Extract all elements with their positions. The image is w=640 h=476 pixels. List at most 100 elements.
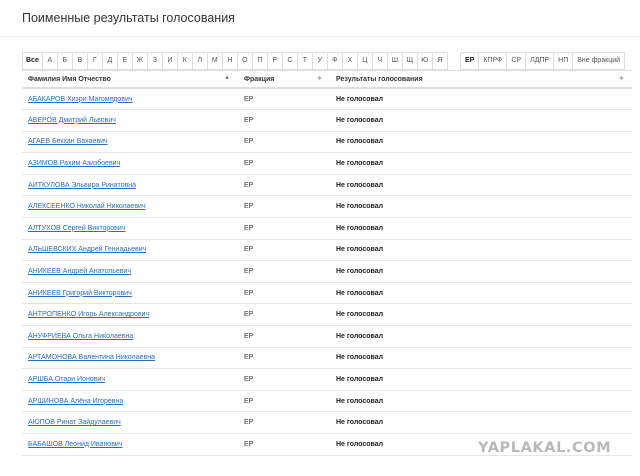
deputy-name-link[interactable]: АНИКЕЕВ Андрей Анатольевич	[28, 268, 131, 275]
vote-result-cell: Не голосовал	[330, 195, 632, 219]
faction-tab[interactable]: ЕР	[460, 52, 480, 70]
letter-tab[interactable]: Е	[117, 52, 133, 70]
letter-tab[interactable]: К	[177, 52, 193, 70]
letter-tab[interactable]: Ю	[417, 52, 433, 70]
table-row: АНУФРИЕВА Ольга Николаевна ЕР Не голосовал	[22, 325, 632, 348]
letter-tab[interactable]: Щ	[402, 52, 418, 70]
column-header-name[interactable]: Фамилия Имя Отчество ▲	[22, 70, 238, 89]
letter-tab[interactable]: Ч	[372, 52, 388, 70]
column-header-label: Фракция	[244, 75, 275, 83]
deputy-name-cell: АЛЬШЕВСКИХ Андрей Геннадьевич	[22, 239, 238, 262]
deputy-name-cell: АЮПОВ Ринат Зайдулаевич	[22, 411, 238, 434]
deputy-name-link[interactable]: АЛТУХОВ Сергей Викторович	[28, 225, 125, 232]
table-row: АНТРОПЕНКО Игорь Александрович ЕР Не голос…	[22, 303, 632, 327]
vote-result-cell: Не голосовал	[330, 131, 632, 154]
letter-tab[interactable]: С	[282, 52, 298, 70]
faction-tab[interactable]: КПРФ	[479, 52, 508, 70]
deputy-name-link[interactable]: АЛЬШЕВСКИХ Андрей Геннадьевич	[28, 246, 146, 253]
faction-tab[interactable]: НП	[554, 52, 574, 70]
faction-cell: ЕР	[238, 282, 330, 305]
table-row: АГАЕВ Бекхан Вахаевич ЕР Не голосовал	[22, 131, 632, 154]
letter-tab[interactable]: И	[162, 52, 178, 70]
faction-cell: ЕР	[238, 131, 330, 154]
letter-tab[interactable]: Ж	[132, 52, 148, 70]
letter-filter-tabs: Все А Б В Г Д Е Ж З И К Л М Н О П Р С Т У Ф Х Ц Ч Ш Щ Ю Я	[22, 52, 448, 70]
faction-cell: ЕР	[238, 239, 330, 262]
sort-icon[interactable]: ≑	[317, 75, 322, 82]
letter-tab[interactable]: Ф	[327, 52, 343, 70]
faction-tab[interactable]: Вне фракций	[573, 52, 626, 70]
column-header-result[interactable]: Результаты голосования ≑	[330, 70, 632, 89]
sort-icon[interactable]: ≑	[619, 75, 624, 82]
faction-cell: ЕР	[238, 88, 330, 111]
table-row: АЛТУХОВ Сергей Викторович ЕР Не голосовал	[22, 217, 632, 240]
deputy-name-link[interactable]: АВЕРОВ Дмитрий Львович	[28, 117, 116, 124]
table-row: АНИКЕЕВ Григорий Викторович ЕР Не голосова…	[22, 282, 632, 305]
letter-tab[interactable]: Д	[102, 52, 118, 70]
letter-tab[interactable]: Х	[342, 52, 358, 70]
deputy-name-link[interactable]: АЗИМОВ Рахим Азизбоевич	[28, 160, 120, 167]
letter-tab[interactable]: Б	[57, 52, 73, 70]
sort-asc-icon[interactable]: ▲	[224, 75, 230, 81]
faction-cell: ЕР	[238, 217, 330, 240]
deputy-name-link[interactable]: АНИКЕЕВ Григорий Викторович	[28, 290, 132, 297]
letter-tab[interactable]: П	[252, 52, 268, 70]
table-row: АНИКЕЕВ Андрей Анатольевич ЕР Не голосовал	[22, 260, 632, 283]
faction-cell: ЕР	[238, 260, 330, 283]
deputy-name-link[interactable]: АНУФРИЕВА Ольга Николаевна	[28, 333, 133, 340]
faction-cell: ЕР	[238, 303, 330, 327]
letter-tab[interactable]: В	[72, 52, 88, 70]
table-row: АРШИНОВА Алёна Игоревна ЕР Не голосовал	[22, 390, 632, 413]
deputy-name-link[interactable]: АРШБА Отари Ионович	[28, 376, 105, 383]
deputy-name-link[interactable]: АРШИНОВА Алёна Игоревна	[28, 398, 123, 405]
letter-tab[interactable]: А	[42, 52, 58, 70]
letter-tab[interactable]: Р	[267, 52, 283, 70]
column-header-label: Результаты голосования	[336, 75, 423, 83]
letter-tab[interactable]: Т	[297, 52, 313, 70]
letter-tab[interactable]: Я	[432, 52, 448, 70]
faction-cell: ЕР	[238, 174, 330, 197]
deputy-name-link[interactable]: АБАКАРОВ Хизри Магомедович	[28, 96, 133, 103]
faction-cell: ЕР	[238, 152, 330, 175]
deputy-name-link[interactable]: АИТКУЛОВА Эльвира Ринатовна	[28, 182, 136, 189]
letter-tab[interactable]: У	[312, 52, 328, 70]
faction-cell: ЕР	[238, 433, 330, 456]
letter-tab[interactable]: О	[237, 52, 253, 70]
deputy-name-cell: АВЕРОВ Дмитрий Львович	[22, 109, 238, 132]
faction-cell: ЕР	[238, 109, 330, 132]
deputy-name-cell: БАБАШОВ Леонид Иванович	[22, 433, 238, 456]
vote-result-cell: Не голосовал	[330, 88, 632, 111]
faction-tab[interactable]: ЛДПР	[526, 52, 555, 70]
deputy-name-link[interactable]: АРТАМОНОВА Валентина Николаевна	[28, 354, 155, 361]
letter-tab[interactable]: Г	[87, 52, 103, 70]
deputy-name-link[interactable]: БАБАШОВ Леонид Иванович	[28, 441, 122, 448]
letter-tab[interactable]: Ш	[387, 52, 403, 70]
letter-tab[interactable]: М	[207, 52, 223, 70]
letter-tab[interactable]: Н	[222, 52, 238, 70]
table-row: АБАКАРОВ Хизри Магомедович ЕР Не голосовал	[22, 88, 632, 111]
vote-result-cell: Не голосовал	[330, 325, 632, 348]
table-row: АИТКУЛОВА Эльвира Ринатовна ЕР Не голосова…	[22, 174, 632, 197]
divider	[0, 36, 640, 37]
deputy-name-link[interactable]: АЛЕКСЕЕНКО Николай Николаевич	[28, 203, 146, 210]
vote-result-cell: Не голосовал	[330, 152, 632, 175]
table-row: АРШБА Отари Ионович ЕР Не голосовал	[22, 368, 632, 391]
deputy-name-link[interactable]: АЮПОВ Ринат Зайдулаевич	[28, 419, 121, 426]
vote-result-cell: Не голосовал	[330, 282, 632, 305]
vote-result-cell: Не голосовал	[330, 239, 632, 262]
deputy-name-link[interactable]: АНТРОПЕНКО Игорь Александрович	[28, 311, 149, 318]
faction-cell: ЕР	[238, 390, 330, 413]
table-row: АЛЬШЕВСКИХ Андрей Геннадьевич ЕР Не голосо…	[22, 239, 632, 262]
faction-cell: ЕР	[238, 411, 330, 434]
table-row: АЛЕКСЕЕНКО Николай Николаевич ЕР Не голосо…	[22, 195, 632, 219]
letter-tab[interactable]: Все	[22, 52, 43, 70]
letter-tab[interactable]: Л	[192, 52, 208, 70]
letter-tab[interactable]: Ц	[357, 52, 373, 70]
faction-tab[interactable]: СР	[507, 52, 527, 70]
deputy-name-link[interactable]: АГАЕВ Бекхан Вахаевич	[28, 138, 108, 145]
deputy-name-cell: АГАЕВ Бекхан Вахаевич	[22, 131, 238, 154]
faction-cell: ЕР	[238, 368, 330, 391]
page-title: Поименные результаты голосования	[22, 11, 235, 25]
column-header-faction[interactable]: Фракция ≑	[238, 70, 330, 89]
letter-tab[interactable]: З	[147, 52, 163, 70]
